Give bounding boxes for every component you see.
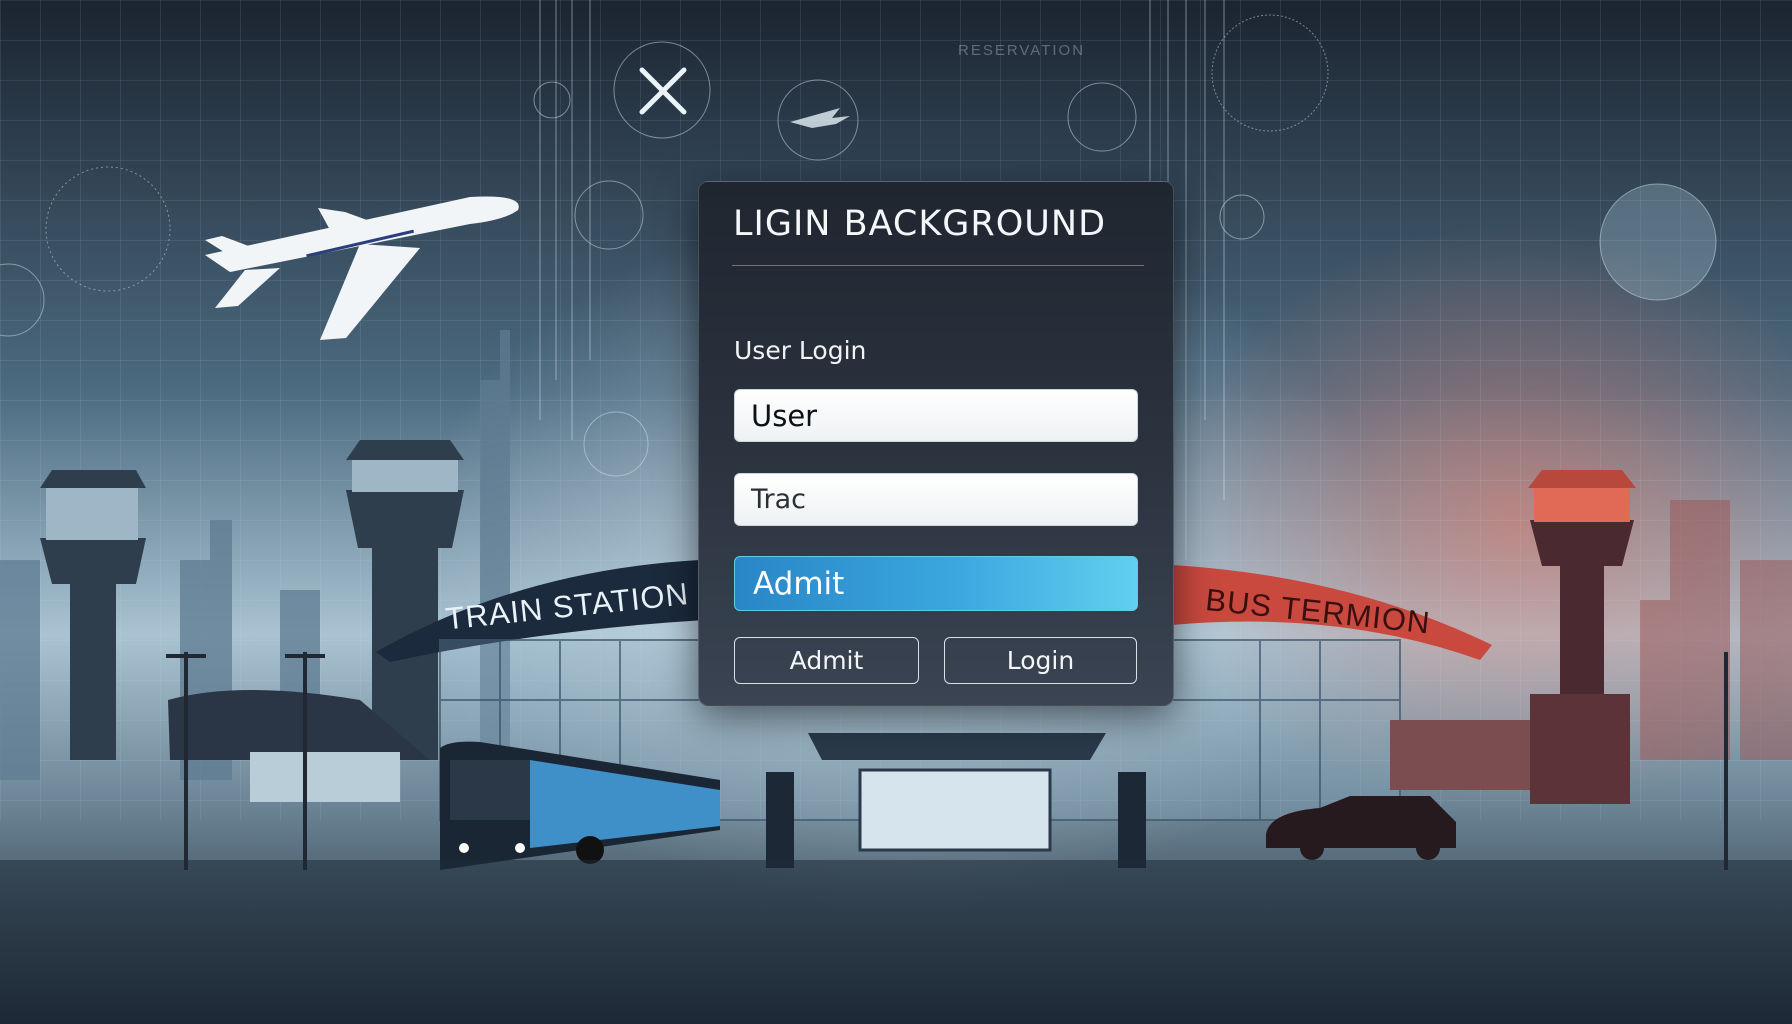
reflective-floor [0, 860, 1792, 1024]
login-button[interactable]: Login [944, 637, 1137, 684]
panel-title: LIGIN BACKGROUND [733, 204, 1107, 244]
password-field[interactable]: Trac [734, 473, 1138, 526]
username-field[interactable]: User [734, 389, 1138, 442]
right-hangar [1390, 694, 1630, 804]
reservation-hud-text: RESERVATION [958, 42, 1086, 59]
login-background-scene: RESERVATION TRAIN STATION BUS TERMION LI… [0, 0, 1792, 1024]
x-close-symbol [639, 67, 687, 115]
airplane [205, 196, 519, 340]
user-login-label: User Login [734, 336, 867, 365]
right-skyline [1640, 500, 1792, 760]
title-divider [732, 265, 1144, 266]
admit-primary-button[interactable]: Admit [734, 556, 1138, 611]
admit-button[interactable]: Admit [734, 637, 919, 684]
small-plane-icon [790, 108, 850, 128]
login-panel: LIGIN BACKGROUND User Login User Trac Ad… [698, 181, 1174, 706]
